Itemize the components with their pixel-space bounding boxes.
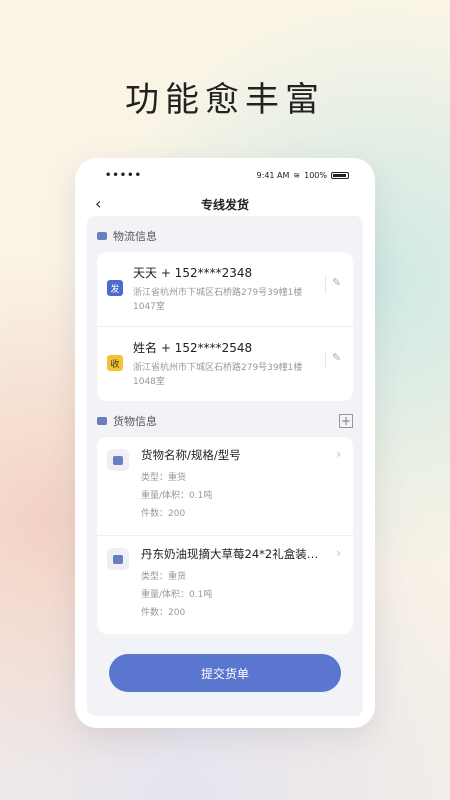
headline: 功能愈丰富 [125, 80, 325, 120]
goods-count: 件数：200 [141, 608, 186, 618]
chevron-right-icon[interactable]: › [336, 546, 341, 560]
nav-bar: ‹ 专线发货 [75, 192, 375, 216]
submit-order-button[interactable]: 提交货单 [109, 654, 341, 692]
chevron-right-icon[interactable]: › [336, 447, 341, 461]
content-area: 物流信息 发 天天 + 152****2348 浙江省杭州市下城区石桥路279号… [87, 216, 363, 716]
goods-title: 货物名称/规格/型号 [141, 448, 241, 462]
battery-percent: 100% [304, 170, 327, 180]
status-bar: ••••• 9:41 AM ≋ 100% [75, 158, 375, 192]
goods-weight: 重量/体积：0.1吨 [141, 491, 213, 501]
battery-icon [331, 171, 349, 179]
goods-section-header: 货物信息 + [87, 401, 363, 437]
address-card: 发 天天 + 152****2348 浙江省杭州市下城区石桥路279号39幢1楼… [97, 252, 353, 401]
goods-section-label: 货物信息 [113, 415, 157, 428]
logistics-section-label: 物流信息 [113, 230, 157, 243]
edit-icon[interactable]: ✎ [325, 276, 343, 294]
goods-count: 件数：200 [141, 509, 186, 519]
sender-address-text: 浙江省杭州市下城区石桥路279号39幢1楼1047室 [133, 288, 303, 312]
logistics-section-header: 物流信息 [87, 216, 363, 252]
goods-item[interactable]: 丹东奶油现摘大草莓24*2礼盒装… 类型：重货 重量/体积：0.1吨 件数：20… [97, 536, 353, 634]
goods-title: 丹东奶油现摘大草莓24*2礼盒装… [141, 547, 319, 561]
receiver-badge: 收 [107, 355, 123, 371]
goods-icon [107, 449, 129, 471]
goods-item[interactable]: 货物名称/规格/型号 类型：重货 重量/体积：0.1吨 件数：200 › [97, 437, 353, 536]
truck-icon [97, 232, 107, 240]
sender-badge: 发 [107, 280, 123, 296]
status-right: 9:41 AM ≋ 100% [257, 171, 349, 180]
goods-type: 类型：重货 [141, 473, 187, 483]
sender-name-phone: 天天 + 152****2348 [133, 266, 253, 280]
page-title: 专线发货 [200, 197, 249, 212]
wifi-icon: ≋ [293, 170, 301, 180]
goods-weight: 重量/体积：0.1吨 [141, 590, 213, 600]
goods-card: 货物名称/规格/型号 类型：重货 重量/体积：0.1吨 件数：200 › 丹东奶… [97, 437, 353, 634]
goods-type: 类型：重货 [141, 572, 187, 582]
time-label: 9:41 AM [256, 170, 290, 180]
add-goods-button[interactable]: + [339, 414, 353, 428]
signal-dots: ••••• [105, 169, 142, 181]
phone-mockup: ••••• 9:41 AM ≋ 100% ‹ 专线发货 物流信息 发 天天 + … [75, 158, 375, 728]
back-icon[interactable]: ‹ [95, 194, 101, 213]
receiver-name-phone: 姓名 + 152****2548 [133, 341, 253, 355]
receiver-address[interactable]: 收 姓名 + 152****2548 浙江省杭州市下城区石桥路279号39幢1楼… [97, 327, 353, 401]
edit-icon[interactable]: ✎ [325, 351, 343, 369]
sender-address[interactable]: 发 天天 + 152****2348 浙江省杭州市下城区石桥路279号39幢1楼… [97, 252, 353, 327]
goods-icon [107, 548, 129, 570]
box-icon [97, 417, 107, 425]
receiver-address-text: 浙江省杭州市下城区石桥路279号39幢1楼1048室 [133, 363, 303, 387]
